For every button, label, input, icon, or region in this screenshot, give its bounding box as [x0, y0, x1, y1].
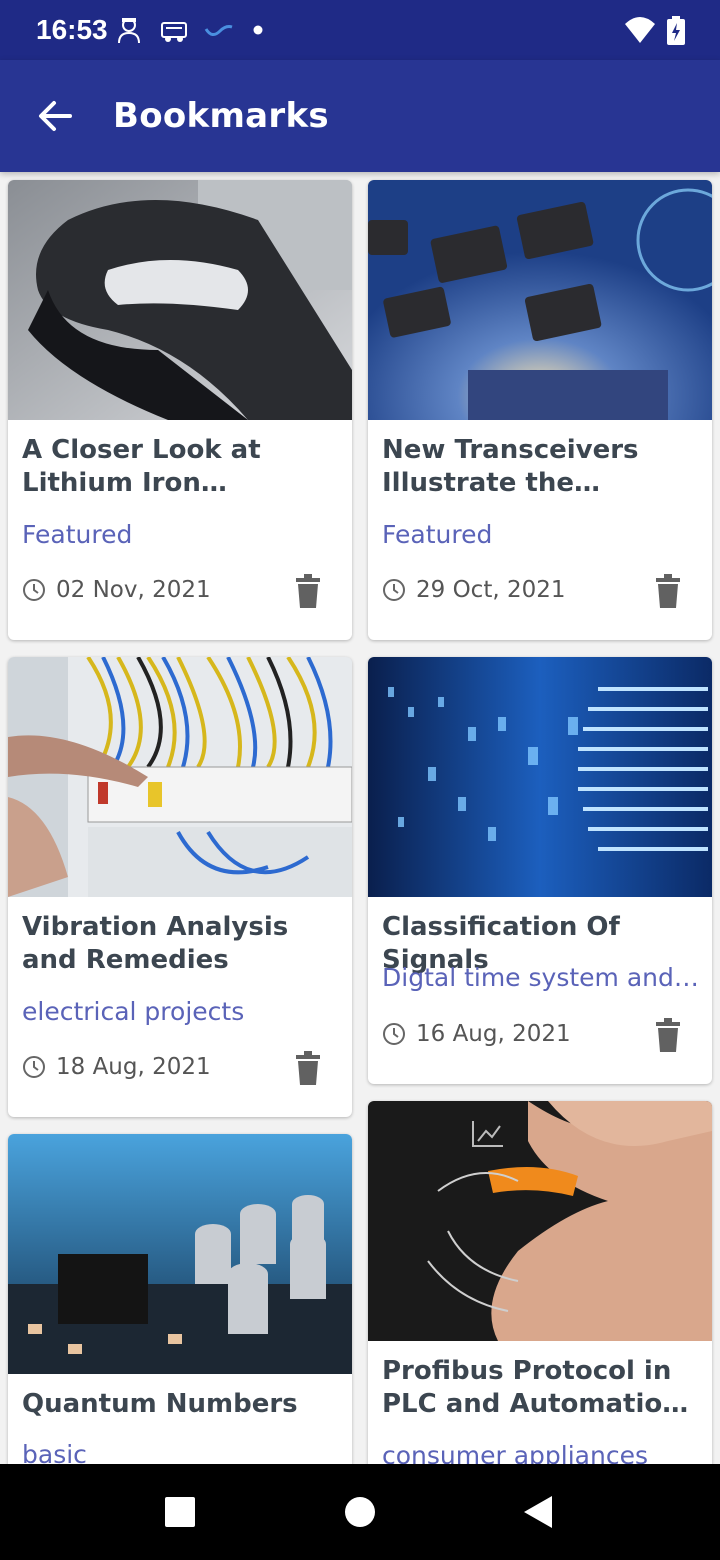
article-thumbnail — [368, 657, 712, 897]
bookmark-card[interactable]: A Closer Look at Lithium Iron Phosphate … — [8, 180, 352, 640]
bookmarks-grid[interactable]: A Closer Look at Lithium Iron Phosphate … — [0, 172, 720, 1464]
recents-square-icon[interactable] — [164, 1496, 196, 1528]
bookmark-card[interactable]: Classification Of Signals Digtal time sy… — [368, 657, 712, 1084]
battery-charging-icon — [667, 16, 685, 45]
clock-icon — [383, 579, 405, 601]
article-category[interactable]: basic — [22, 1440, 342, 1464]
vehicle-notification-icon — [161, 22, 187, 42]
page-title: Bookmarks — [113, 96, 329, 136]
arrow-back-icon[interactable] — [30, 90, 82, 142]
article-category[interactable]: Featured — [382, 520, 702, 549]
article-thumbnail — [8, 180, 352, 420]
article-title: New Transceivers Illustrate the Importan… — [382, 435, 639, 498]
bookmark-card[interactable]: Vibration Analysis and Remedies electric… — [8, 657, 352, 1117]
bookmark-card[interactable]: Quantum Numbers basic — [8, 1134, 352, 1464]
date-label: 29 Oct, 2021 — [416, 577, 566, 603]
date-label: 18 Aug, 2021 — [56, 1054, 211, 1080]
date-label: 02 Nov, 2021 — [56, 577, 211, 603]
bookmark-card[interactable]: Profibus Protocol in PLC and Automation … — [368, 1101, 712, 1464]
article-thumbnail — [8, 1134, 352, 1374]
system-navigation-bar — [0, 1464, 720, 1560]
status-bar: 16:53 — [0, 0, 720, 60]
article-category[interactable]: consumer appliances — [382, 1441, 702, 1464]
clock-icon — [383, 1023, 405, 1045]
trash-icon[interactable] — [654, 1018, 682, 1052]
article-thumbnail — [368, 180, 712, 420]
article-title: Quantum Numbers — [22, 1389, 298, 1419]
clock-icon — [23, 1056, 45, 1078]
trash-icon[interactable] — [294, 1051, 322, 1085]
clock-icon — [23, 579, 45, 601]
worker-notification-icon — [118, 18, 140, 44]
wifi-icon — [625, 17, 655, 43]
article-category[interactable]: electrical projects — [22, 997, 342, 1026]
date-label: 16 Aug, 2021 — [416, 1021, 571, 1047]
article-date: 29 Oct, 2021 — [382, 577, 566, 603]
article-category[interactable]: Featured — [22, 520, 342, 549]
article-date: 02 Nov, 2021 — [22, 577, 211, 603]
bookmark-card[interactable]: New Transceivers Illustrate the Importan… — [368, 180, 712, 640]
app-notification-icon — [204, 25, 233, 36]
article-category[interactable]: Digtal time system and signals — [382, 963, 702, 992]
more-notifications-dot-icon — [253, 25, 263, 35]
status-time: 16:53 — [36, 14, 108, 45]
app-bar: Bookmarks — [0, 60, 720, 172]
article-date: 18 Aug, 2021 — [22, 1054, 211, 1080]
article-title: Profibus Protocol in PLC and Automation … — [382, 1356, 681, 1419]
trash-icon[interactable] — [294, 574, 322, 608]
article-thumbnail — [8, 657, 352, 897]
article-date: 16 Aug, 2021 — [382, 1021, 571, 1047]
article-title: Vibration Analysis and Remedies — [22, 912, 289, 975]
back-triangle-icon[interactable] — [522, 1494, 554, 1530]
article-thumbnail — [368, 1101, 712, 1341]
article-title: A Closer Look at Lithium Iron Phosphate … — [22, 435, 261, 498]
home-circle-icon[interactable] — [344, 1496, 376, 1528]
trash-icon[interactable] — [654, 574, 682, 608]
